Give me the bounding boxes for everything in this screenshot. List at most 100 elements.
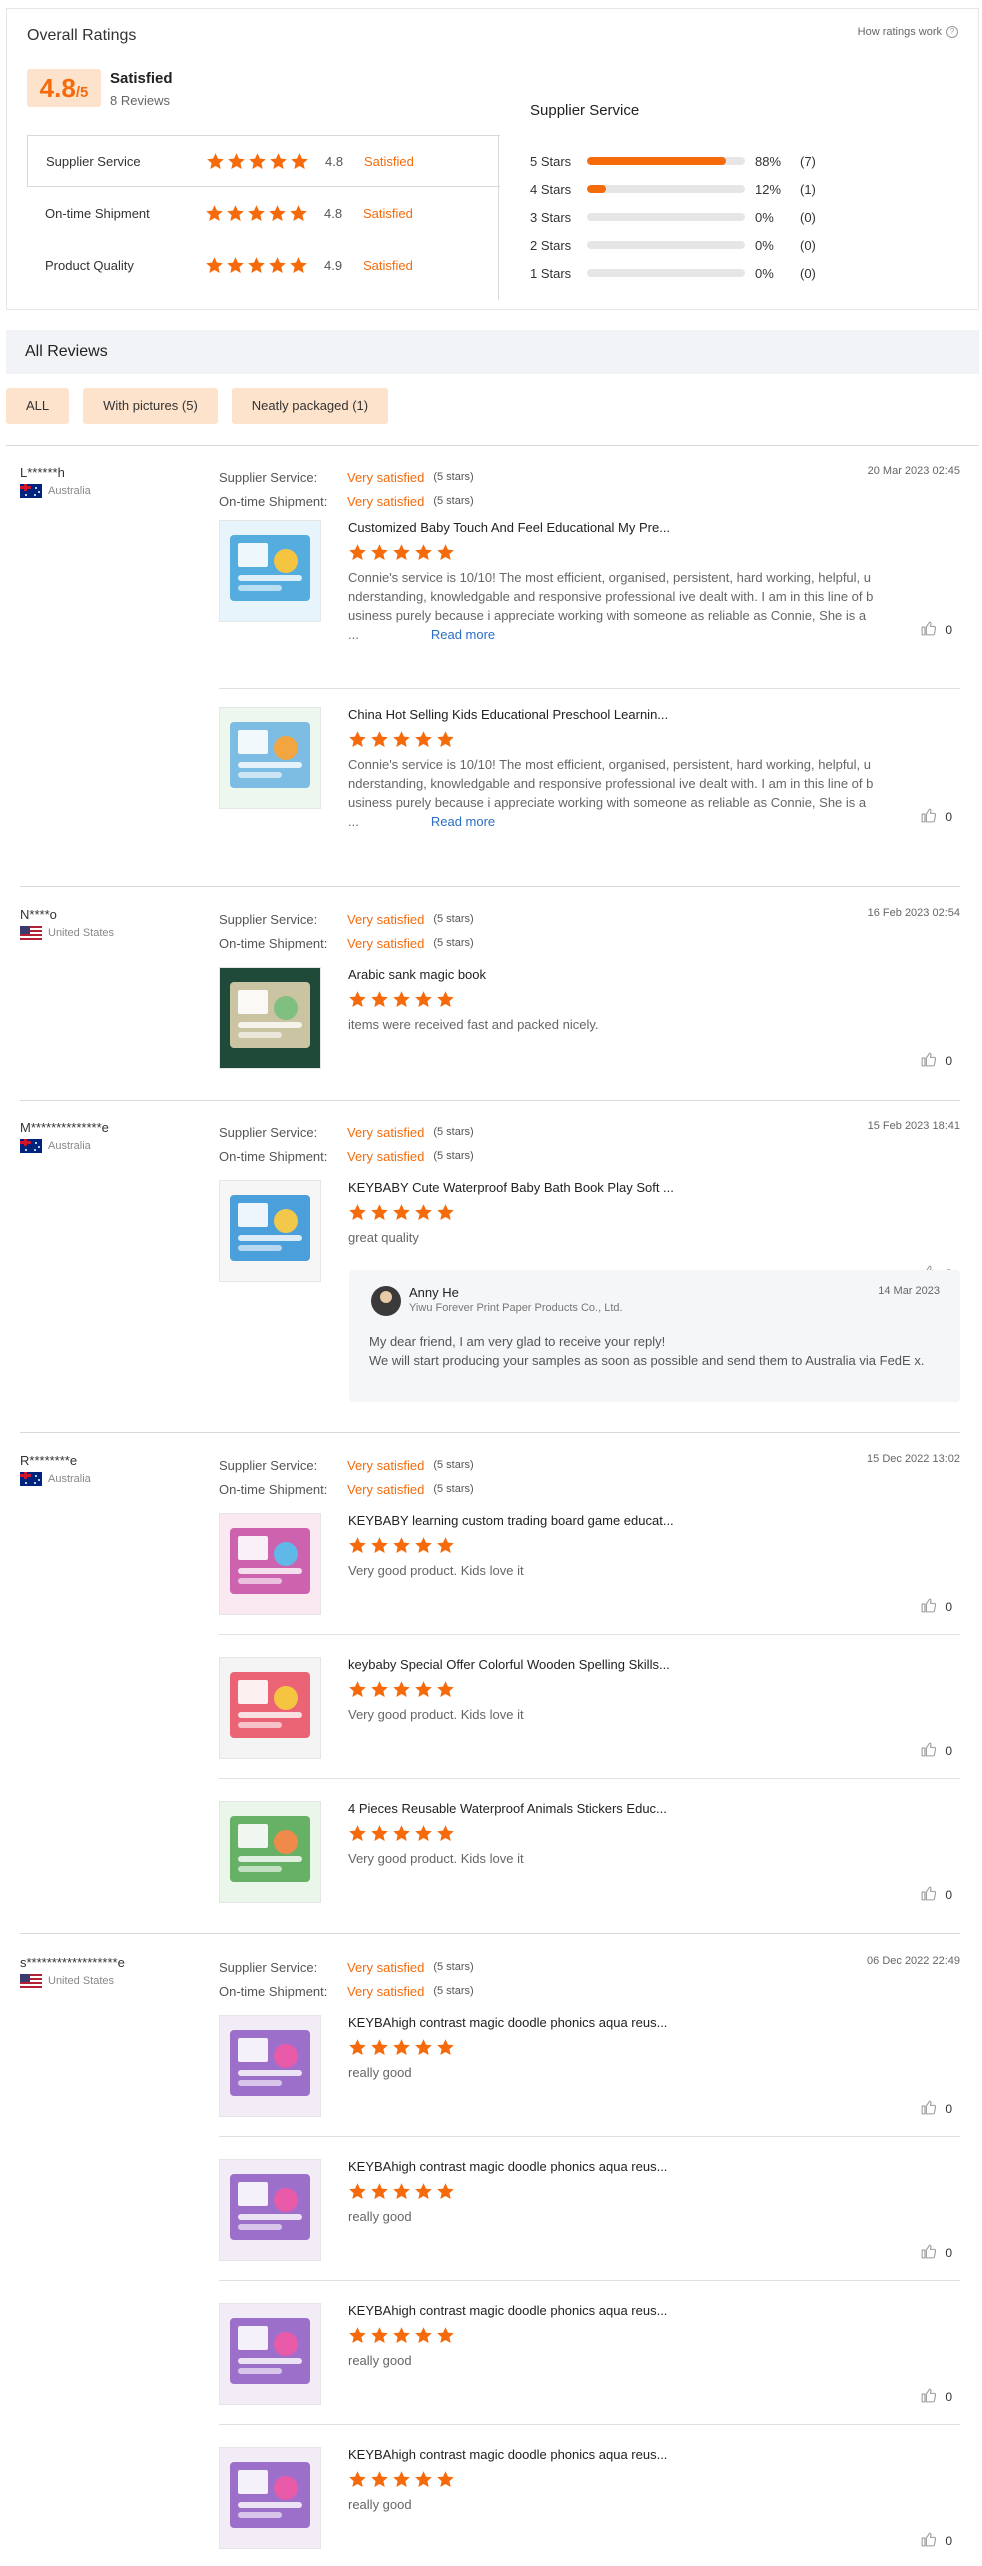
service-ratings: Supplier Service: Very satisfied (5 stars)…: [219, 1453, 474, 1501]
rating-label: On-time Shipment:: [219, 1148, 328, 1164]
rating-stars-text: (5 stars): [433, 471, 474, 483]
like-button[interactable]: 0: [920, 2531, 952, 2551]
like-button[interactable]: 0: [920, 1051, 952, 1071]
rating-stars-text: (5 stars): [433, 913, 474, 925]
star-icon: [414, 2182, 433, 2201]
like-button[interactable]: 0: [920, 807, 952, 827]
like-count: 0: [945, 2534, 952, 2548]
star-icon: [370, 543, 389, 562]
filter-all[interactable]: ALL: [6, 388, 70, 424]
product-thumbnail[interactable]: [219, 2447, 321, 2549]
distribution-count: (0): [800, 265, 816, 281]
product-thumbnail[interactable]: [219, 1801, 321, 1903]
star-icon: [348, 1536, 367, 1555]
rating-label: Supplier Service:: [219, 1124, 318, 1140]
rating-value: Very satisfied: [347, 1481, 425, 1497]
product-thumbnail[interactable]: [219, 967, 321, 1069]
product-title[interactable]: KEYBABY learning custom trading board ga…: [348, 1513, 728, 1528]
star-distribution: 5 Stars 88% (7) 4 Stars 12% (1) 3 Stars …: [530, 147, 830, 287]
product-title[interactable]: KEYBAhigh contrast magic doodle phonics …: [348, 2303, 728, 2318]
star-icon: [370, 990, 389, 1009]
rating-stars-text: (5 stars): [433, 1961, 474, 1973]
like-button[interactable]: 0: [920, 1597, 952, 1617]
star-icon: [392, 2470, 411, 2489]
rating-value: Very satisfied: [347, 1959, 425, 1975]
filter-neatly-packaged[interactable]: Neatly packaged (1): [231, 388, 389, 424]
filter-with-pictures[interactable]: With pictures (5): [83, 388, 218, 424]
like-button[interactable]: 0: [920, 1741, 952, 1761]
star-icon: [392, 1536, 411, 1555]
ontime-shipment-rating: On-time Shipment: Very satisfied (5 stars): [219, 1144, 474, 1168]
divider: [20, 886, 960, 887]
reviewer-name: N****o: [20, 907, 57, 922]
star-icon: [370, 2470, 389, 2489]
product-thumbnail[interactable]: [219, 2015, 321, 2117]
product-thumbnail[interactable]: [219, 2303, 321, 2405]
like-button[interactable]: 0: [920, 2387, 952, 2407]
star-icon: [414, 1824, 433, 1843]
review-text: great quality: [348, 1228, 908, 1247]
star-icon: [392, 1203, 411, 1222]
product-title[interactable]: Arabic sank magic book: [348, 967, 728, 982]
product-stars: [348, 1824, 455, 1843]
product-thumbnail[interactable]: [219, 2159, 321, 2261]
star-icon: [289, 256, 308, 275]
rating-label: Supplier Service:: [219, 1959, 318, 1975]
read-more-link[interactable]: Read more: [431, 814, 495, 829]
review-product-item: China Hot Selling Kids Educational Presc…: [219, 707, 960, 829]
review-count: 8 Reviews: [110, 93, 170, 108]
star-icon: [268, 204, 287, 223]
distribution-row: 5 Stars 88% (7): [530, 147, 830, 175]
review-filters: ALL With pictures (5) Neatly packaged (1…: [6, 388, 389, 424]
review-card: N****o United States Supplier Service: Very…: [20, 907, 960, 1100]
distribution-percent: 0%: [755, 265, 774, 281]
ratings-title: Overall Ratings: [27, 27, 137, 44]
divider: [20, 1100, 960, 1101]
product-title[interactable]: Customized Baby Touch And Feel Education…: [348, 520, 728, 535]
star-icon: [290, 152, 309, 171]
star-icon: [227, 152, 246, 171]
product-thumbnail[interactable]: [219, 1657, 321, 1759]
reviewer-name: s******************e: [20, 1955, 125, 1970]
product-stars: [348, 2038, 455, 2057]
like-button[interactable]: 0: [920, 620, 952, 640]
product-title[interactable]: 4 Pieces Reusable Waterproof Animals Sti…: [348, 1801, 728, 1816]
review-product-item: keybaby Special Offer Colorful Wooden Sp…: [219, 1657, 960, 1759]
distribution-label: 3 Stars: [530, 209, 572, 225]
product-title[interactable]: KEYBABY Cute Waterproof Baby Bath Book P…: [348, 1180, 728, 1195]
product-thumbnail[interactable]: [219, 520, 321, 622]
star-icon: [370, 1824, 389, 1843]
star-icon: [205, 256, 224, 275]
distribution-percent: 88%: [755, 153, 782, 169]
read-more-link[interactable]: Read more: [431, 627, 495, 642]
like-count: 0: [945, 2246, 952, 2260]
distribution-label: 4 Stars: [530, 181, 572, 197]
review-text: Connie's service is 10/10! The most effi…: [348, 568, 908, 644]
product-title[interactable]: KEYBAhigh contrast magic doodle phonics …: [348, 2015, 728, 2030]
like-button[interactable]: 0: [920, 2099, 952, 2119]
category-row-supplier-service[interactable]: Supplier Service 4.8 Satisfied: [27, 135, 500, 187]
star-icon: [414, 730, 433, 749]
category-score: 4.8: [324, 205, 343, 221]
category-stars: [205, 256, 308, 275]
review-product-item: 4 Pieces Reusable Waterproof Animals Sti…: [219, 1801, 960, 1903]
product-title[interactable]: China Hot Selling Kids Educational Presc…: [348, 707, 728, 722]
product-title[interactable]: KEYBAhigh contrast magic doodle phonics …: [348, 2447, 728, 2462]
country-name: Australia: [48, 485, 91, 497]
supplier-service-rating: Supplier Service: Very satisfied (5 stars): [219, 1955, 474, 1979]
divider: [6, 445, 979, 446]
like-button[interactable]: 0: [920, 2243, 952, 2263]
category-row-ontime-shipment[interactable]: On-time Shipment 4.8 Satisfied: [27, 187, 500, 239]
product-thumbnail[interactable]: [219, 1513, 321, 1615]
category-row-product-quality[interactable]: Product Quality 4.9 Satisfied: [27, 239, 500, 291]
product-thumbnail[interactable]: [219, 1180, 321, 1282]
star-icon: [436, 2038, 455, 2057]
us-flag-icon: [20, 1974, 42, 1988]
overall-score-label: Satisfied: [110, 70, 173, 87]
how-ratings-work-link[interactable]: How ratings work ?: [858, 26, 958, 38]
product-title[interactable]: keybaby Special Offer Colorful Wooden Sp…: [348, 1657, 728, 1672]
distribution-percent: 0%: [755, 237, 774, 253]
product-title[interactable]: KEYBAhigh contrast magic doodle phonics …: [348, 2159, 728, 2174]
product-thumbnail[interactable]: [219, 707, 321, 809]
like-button[interactable]: 0: [920, 1885, 952, 1905]
